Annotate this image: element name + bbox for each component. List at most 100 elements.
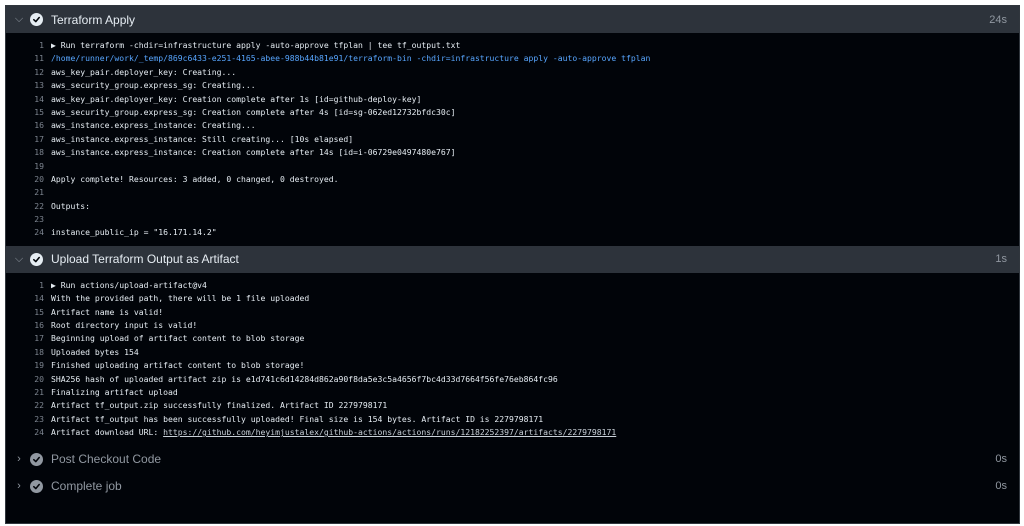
log-text: aws_security_group.express_sg: Creation … [51, 106, 1019, 119]
line-number[interactable]: 19 [6, 359, 51, 372]
log-text-content: instance_public_ip = "16.171.14.2" [51, 227, 217, 238]
step-title: Complete job [51, 479, 122, 494]
line-number[interactable]: 19 [6, 160, 51, 173]
log-line: 20 Apply complete! Resources: 3 added, 0 … [6, 173, 1019, 186]
line-number[interactable]: 15 [6, 106, 51, 119]
log-text-content: Apply complete! Resources: 3 added, 0 ch… [51, 173, 339, 184]
log-text: Outputs: [51, 200, 1019, 213]
log-line: 17 Beginning upload of artifact content t… [6, 332, 1019, 345]
log-text: aws_key_pair.deployer_key: Creating... [51, 66, 1019, 79]
line-number[interactable]: 1 [6, 279, 51, 292]
line-number[interactable]: 11 [6, 52, 51, 65]
log-text: Artifact tf_output.zip successfully fina… [51, 399, 1019, 412]
log-text: aws_instance.express_instance: Creation … [51, 146, 1019, 159]
line-number[interactable]: 1 [6, 39, 51, 52]
log-line: 18 aws_instance.express_instance: Creatio… [6, 146, 1019, 159]
log-line: 19 [6, 160, 1019, 173]
log-text-content: Artifact tf_output.zip successfully fina… [51, 400, 388, 411]
log-line: 12 aws_key_pair.deployer_key: Creating... [6, 66, 1019, 79]
step-header-upload-artifact[interactable]: ⌵ Upload Terraform Output as Artifact 1s [6, 245, 1019, 273]
log-line: 22 Outputs: [6, 200, 1019, 213]
log-text-content: Uploaded bytes 154 [51, 346, 139, 357]
log-text: ▶ Run actions/upload-artifact@v4 [51, 279, 1019, 292]
log-line: 21 Finalizing artifact upload [6, 386, 1019, 399]
line-number[interactable]: 24 [6, 226, 51, 239]
line-number[interactable]: 17 [6, 133, 51, 146]
log-text-content: ▶ Run terraform -chdir=infrastructure ap… [51, 40, 461, 50]
step-duration: 0s [995, 453, 1007, 466]
log-line: 21 [6, 186, 1019, 199]
step-duration: 24s [989, 13, 1007, 26]
step-title: Terraform Apply [51, 12, 136, 27]
line-number[interactable]: 22 [6, 399, 51, 412]
log-line: 1 ▶ Run actions/upload-artifact@v4 [6, 279, 1019, 292]
log-line: 11/home/runner/work/_temp/869c6433-e251-… [6, 52, 1019, 65]
line-number[interactable]: 13 [6, 79, 51, 92]
workflow-log-panel: ⌵ Terraform Apply 24s 1 ▶ Run terraform -… [5, 5, 1020, 524]
log-text-content: Outputs: [51, 200, 90, 211]
log-text-content: Artifact download URL: [51, 427, 164, 438]
step-header-post-checkout[interactable]: › Post Checkout Code 0s [6, 446, 1019, 473]
log-text-content: Artifact name is valid! [51, 306, 164, 317]
line-number[interactable]: 12 [6, 66, 51, 79]
step-header-complete-job[interactable]: › Complete job 0s [6, 473, 1019, 500]
step-title: Post Checkout Code [51, 452, 162, 467]
line-number[interactable]: 14 [6, 93, 51, 106]
line-number[interactable]: 24 [6, 426, 51, 439]
line-number[interactable]: 20 [6, 173, 51, 186]
line-number[interactable]: 20 [6, 373, 51, 386]
log-line: 19 Finished uploading artifact content to… [6, 359, 1019, 372]
line-number[interactable]: 16 [6, 319, 51, 332]
chevron-down-icon[interactable]: ⌵ [8, 253, 30, 266]
step-log: 1 ▶ Run terraform -chdir=infrastructure a… [6, 33, 1019, 246]
log-line: 14 With the provided path, there will be … [6, 292, 1019, 305]
log-line: 13 aws_security_group.express_sg: Creatin… [6, 79, 1019, 92]
log-line: 15 Artifact name is valid! [6, 306, 1019, 319]
log-text: aws_instance.express_instance: Still cre… [51, 133, 1019, 146]
log-line: 22 Artifact tf_output.zip successfully fi… [6, 399, 1019, 412]
line-number[interactable]: 17 [6, 332, 51, 345]
line-number[interactable]: 18 [6, 146, 51, 159]
line-number[interactable]: 15 [6, 306, 51, 319]
log-line: 1 ▶ Run terraform -chdir=infrastructure a… [6, 39, 1019, 52]
artifact-download-link[interactable]: https://github.com/heyimjustalex/github-… [163, 427, 616, 437]
log-text-content: aws_instance.express_instance: Creating.… [51, 120, 256, 131]
step-log: 1 ▶ Run actions/upload-artifact@v4 14 With … [6, 273, 1019, 446]
log-text-content: aws_security_group.express_sg: Creating.… [51, 80, 256, 91]
log-text: aws_instance.express_instance: Creating.… [51, 119, 1019, 132]
log-text: Beginning upload of artifact content to … [51, 332, 1019, 345]
log-line: 20 SHA256 hash of uploaded artifact zip i… [6, 373, 1019, 386]
log-text: With the provided path, there will be 1 … [51, 292, 1019, 305]
log-line: 23 Artifact tf_output has been successful… [6, 413, 1019, 426]
line-number[interactable]: 23 [6, 213, 51, 226]
line-number[interactable]: 23 [6, 413, 51, 426]
chevron-right-icon[interactable]: › [8, 480, 30, 492]
log-text-content: aws_security_group.express_sg: Creation … [51, 106, 456, 117]
line-number[interactable]: 21 [6, 186, 51, 199]
step-header-terraform-apply[interactable]: ⌵ Terraform Apply 24s [6, 6, 1019, 33]
log-text: /home/runner/work/_temp/869c6433-e251-41… [51, 52, 1019, 65]
log-line: 16 Root directory input is valid! [6, 319, 1019, 332]
log-text: Uploaded bytes 154 [51, 346, 1019, 359]
line-number[interactable]: 21 [6, 386, 51, 399]
log-text-content: ▶ Run actions/upload-artifact@v4 [51, 279, 207, 290]
log-text: Finalizing artifact upload [51, 386, 1019, 399]
log-text-content: With the provided path, there will be 1 … [51, 293, 310, 304]
log-text: Artifact download URL: https://github.co… [51, 426, 1019, 439]
log-text-content: Root directory input is valid! [51, 320, 198, 331]
log-line: 23 [6, 213, 1019, 226]
log-line: 14 aws_key_pair.deployer_key: Creation co… [6, 93, 1019, 106]
line-number[interactable]: 18 [6, 346, 51, 359]
log-text-content: Finished uploading artifact content to b… [51, 360, 305, 371]
chevron-right-icon[interactable]: › [8, 453, 30, 465]
log-text-content: aws_key_pair.deployer_key: Creating... [51, 66, 237, 77]
log-line: 24 instance_public_ip = "16.171.14.2" [6, 226, 1019, 239]
chevron-down-icon[interactable]: ⌵ [8, 13, 30, 26]
line-number[interactable]: 14 [6, 292, 51, 305]
line-number[interactable]: 16 [6, 119, 51, 132]
line-number[interactable]: 22 [6, 200, 51, 213]
log-text: SHA256 hash of uploaded artifact zip is … [51, 373, 1019, 386]
log-text: instance_public_ip = "16.171.14.2" [51, 226, 1019, 239]
